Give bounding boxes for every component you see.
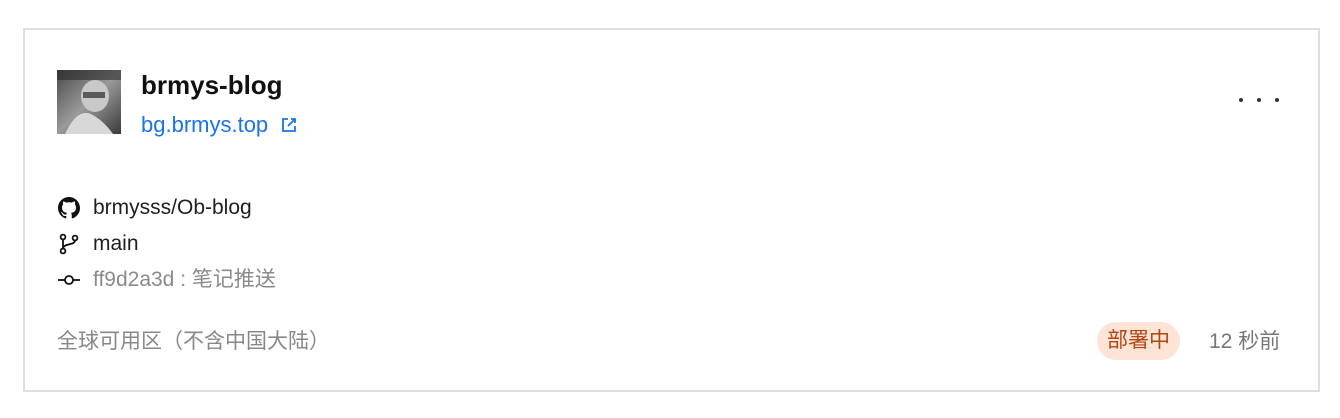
domain-link[interactable]: bg.brmys.top (141, 110, 298, 140)
repo-name[interactable]: brmysss/Ob-blog (93, 194, 252, 222)
commit-icon (57, 268, 81, 292)
deploy-time: 12 秒前 (1209, 330, 1281, 353)
repo-row[interactable]: brmysss/Ob-blog (57, 194, 252, 222)
dot-icon (1239, 98, 1243, 102)
status-badge: 部署中 (1097, 322, 1180, 360)
branch-row: main (57, 230, 139, 258)
more-options-button[interactable] (1239, 88, 1279, 112)
github-icon (57, 196, 81, 220)
commit-hash[interactable]: ff9d2a3d (93, 266, 174, 294)
commit-message: 笔记推送 (191, 268, 276, 291)
branch-icon (57, 232, 81, 256)
dot-icon (1275, 98, 1279, 102)
external-link-icon[interactable] (280, 116, 298, 134)
commit-separator: : (174, 268, 192, 291)
domain-text[interactable]: bg.brmys.top (141, 110, 268, 140)
commit-row[interactable]: ff9d2a3d : 笔记推送 (57, 266, 276, 294)
project-title[interactable]: brmys-blog (141, 68, 283, 102)
branch-name: main (93, 232, 139, 255)
deploy-region: 全球可用区（不含中国大陆） (57, 330, 330, 353)
project-card[interactable]: brmys-blog bg.brmys.top brmysss/Ob-blog (23, 28, 1320, 392)
dot-icon (1257, 98, 1261, 102)
project-avatar (57, 70, 121, 134)
